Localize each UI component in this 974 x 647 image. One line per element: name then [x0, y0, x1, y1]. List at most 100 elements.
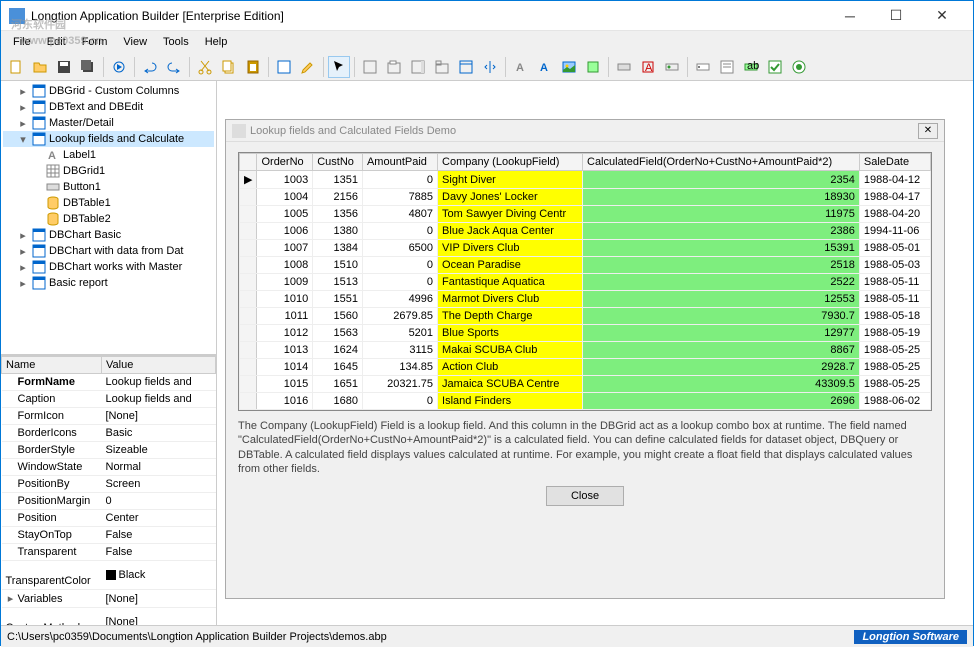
- grid-header[interactable]: OrderNo: [257, 154, 313, 171]
- prop-row[interactable]: FormIcon[None]: [2, 408, 216, 425]
- cell-custno[interactable]: 1356: [313, 206, 363, 223]
- speedbutton-tool[interactable]: A: [637, 56, 659, 78]
- pagecontrol-tool[interactable]: [455, 56, 477, 78]
- menu-help[interactable]: Help: [197, 34, 236, 50]
- cell-company[interactable]: Marmot Divers Club: [438, 291, 583, 308]
- cell-custno[interactable]: 1513: [313, 274, 363, 291]
- text-tool[interactable]: A: [534, 56, 556, 78]
- cell-calculated[interactable]: 2928.7: [583, 359, 860, 376]
- cell-company[interactable]: Blue Jack Aqua Center: [438, 223, 583, 240]
- cell-orderno[interactable]: 1015: [257, 376, 313, 393]
- edit-button[interactable]: [297, 56, 319, 78]
- cell-amountpaid[interactable]: 134.85: [362, 359, 437, 376]
- cell-saledate[interactable]: 1988-05-25: [859, 359, 930, 376]
- expand-icon[interactable]: ▸: [17, 85, 29, 98]
- new-button[interactable]: [5, 56, 27, 78]
- cell-calculated[interactable]: 2522: [583, 274, 860, 291]
- cell-saledate[interactable]: 1988-04-12: [859, 171, 930, 189]
- prop-value[interactable]: False: [102, 544, 216, 561]
- prop-value[interactable]: Center: [102, 510, 216, 527]
- shape-tool[interactable]: [582, 56, 604, 78]
- tree-node[interactable]: DBTable2: [3, 211, 214, 227]
- prop-value[interactable]: Basic: [102, 425, 216, 442]
- tree-node[interactable]: ▸DBText and DBEdit: [3, 99, 214, 115]
- prop-row[interactable]: BorderIconsBasic: [2, 425, 216, 442]
- tree-node[interactable]: ALabel1: [3, 147, 214, 163]
- prop-row[interactable]: BorderStyleSizeable: [2, 442, 216, 459]
- expand-icon[interactable]: ▸: [17, 229, 29, 242]
- prop-value[interactable]: Lookup fields and: [102, 374, 216, 391]
- prop-row[interactable]: PositionMargin0: [2, 493, 216, 510]
- prop-header-value[interactable]: Value: [102, 357, 216, 374]
- grid-header[interactable]: SaleDate: [859, 154, 930, 171]
- grid-header[interactable]: AmountPaid: [362, 154, 437, 171]
- dbgrid[interactable]: OrderNoCustNoAmountPaidCompany (LookupFi…: [238, 152, 932, 411]
- tree-node[interactable]: DBGrid1: [3, 163, 214, 179]
- cell-company[interactable]: Davy Jones' Locker: [438, 189, 583, 206]
- prop-row[interactable]: CaptionLookup fields and: [2, 391, 216, 408]
- cell-saledate[interactable]: 1988-06-02: [859, 393, 930, 410]
- redo-button[interactable]: [163, 56, 185, 78]
- tree-node[interactable]: ▸DBChart Basic: [3, 227, 214, 243]
- copy-button[interactable]: [218, 56, 240, 78]
- splitter-tool[interactable]: [479, 56, 501, 78]
- cell-amountpaid[interactable]: 0: [362, 274, 437, 291]
- grid-row[interactable]: 100513564807Tom Sawyer Diving Centr11975…: [240, 206, 931, 223]
- cell-calculated[interactable]: 2518: [583, 257, 860, 274]
- project-tree[interactable]: ▸DBGrid - Custom Columns▸DBText and DBEd…: [1, 81, 216, 355]
- grid-row[interactable]: ▶100313510Sight Diver23541988-04-12: [240, 171, 931, 189]
- tab-tool[interactable]: [431, 56, 453, 78]
- prop-value[interactable]: [None]: [102, 408, 216, 425]
- tree-node[interactable]: DBTable1: [3, 195, 214, 211]
- grid-row[interactable]: 101616800Island Finders26961988-06-02: [240, 393, 931, 410]
- cell-calculated[interactable]: 18930: [583, 189, 860, 206]
- cell-saledate[interactable]: 1988-05-25: [859, 342, 930, 359]
- cell-orderno[interactable]: 1004: [257, 189, 313, 206]
- form-designer[interactable]: Lookup fields and Calculated Fields Demo…: [217, 81, 973, 625]
- tree-node[interactable]: ▸DBChart with data from Dat: [3, 243, 214, 259]
- prop-row[interactable]: PositionByScreen: [2, 476, 216, 493]
- grid-row[interactable]: 101215635201Blue Sports129771988-05-19: [240, 325, 931, 342]
- cell-orderno[interactable]: 1008: [257, 257, 313, 274]
- grid-row[interactable]: 1015165120321.75Jamaica SCUBA Centre4330…: [240, 376, 931, 393]
- cut-button[interactable]: [194, 56, 216, 78]
- cell-company[interactable]: Action Club: [438, 359, 583, 376]
- cell-calculated[interactable]: 12553: [583, 291, 860, 308]
- expand-icon[interactable]: ▸: [17, 245, 29, 258]
- close-button[interactable]: Close: [546, 486, 624, 506]
- grid-row[interactable]: 100815100Ocean Paradise25181988-05-03: [240, 257, 931, 274]
- cell-saledate[interactable]: 1988-05-03: [859, 257, 930, 274]
- expand-icon[interactable]: ▸: [17, 101, 29, 114]
- run-button[interactable]: [108, 56, 130, 78]
- checkbox-tool[interactable]: [764, 56, 786, 78]
- cell-orderno[interactable]: 1007: [257, 240, 313, 257]
- menu-file[interactable]: File: [5, 34, 39, 50]
- prop-row[interactable]: FormNameLookup fields and: [2, 374, 216, 391]
- prop-row[interactable]: TransparentFalse: [2, 544, 216, 561]
- cell-orderno[interactable]: 1010: [257, 291, 313, 308]
- expand-icon[interactable]: ▸: [17, 261, 29, 274]
- tree-node[interactable]: Button1: [3, 179, 214, 195]
- cell-custno[interactable]: 2156: [313, 189, 363, 206]
- cell-custno[interactable]: 1651: [313, 376, 363, 393]
- select-tool[interactable]: [328, 56, 350, 78]
- cell-custno[interactable]: 1384: [313, 240, 363, 257]
- cell-amountpaid[interactable]: 0: [362, 223, 437, 240]
- prop-value[interactable]: [None]: [102, 608, 216, 626]
- grid-header[interactable]: CalculatedField(OrderNo+CustNo+AmountPai…: [583, 154, 860, 171]
- scrollbox-tool[interactable]: [407, 56, 429, 78]
- cell-amountpaid[interactable]: 2679.85: [362, 308, 437, 325]
- cell-amountpaid[interactable]: 4996: [362, 291, 437, 308]
- cell-amountpaid[interactable]: 3115: [362, 342, 437, 359]
- cell-company[interactable]: The Depth Charge: [438, 308, 583, 325]
- grid-row[interactable]: 101316243115Makai SCUBA Club88671988-05-…: [240, 342, 931, 359]
- grid-row[interactable]: 100713846500VIP Divers Club153911988-05-…: [240, 240, 931, 257]
- tree-node[interactable]: ▾Lookup fields and Calculate: [3, 131, 214, 147]
- grid-header[interactable]: CustNo: [313, 154, 363, 171]
- bitbtn-tool[interactable]: [661, 56, 683, 78]
- tree-node[interactable]: ▸Master/Detail: [3, 115, 214, 131]
- cell-company[interactable]: Ocean Paradise: [438, 257, 583, 274]
- cell-orderno[interactable]: 1012: [257, 325, 313, 342]
- cell-saledate[interactable]: 1988-05-25: [859, 376, 930, 393]
- grid-row[interactable]: 101015514996Marmot Divers Club125531988-…: [240, 291, 931, 308]
